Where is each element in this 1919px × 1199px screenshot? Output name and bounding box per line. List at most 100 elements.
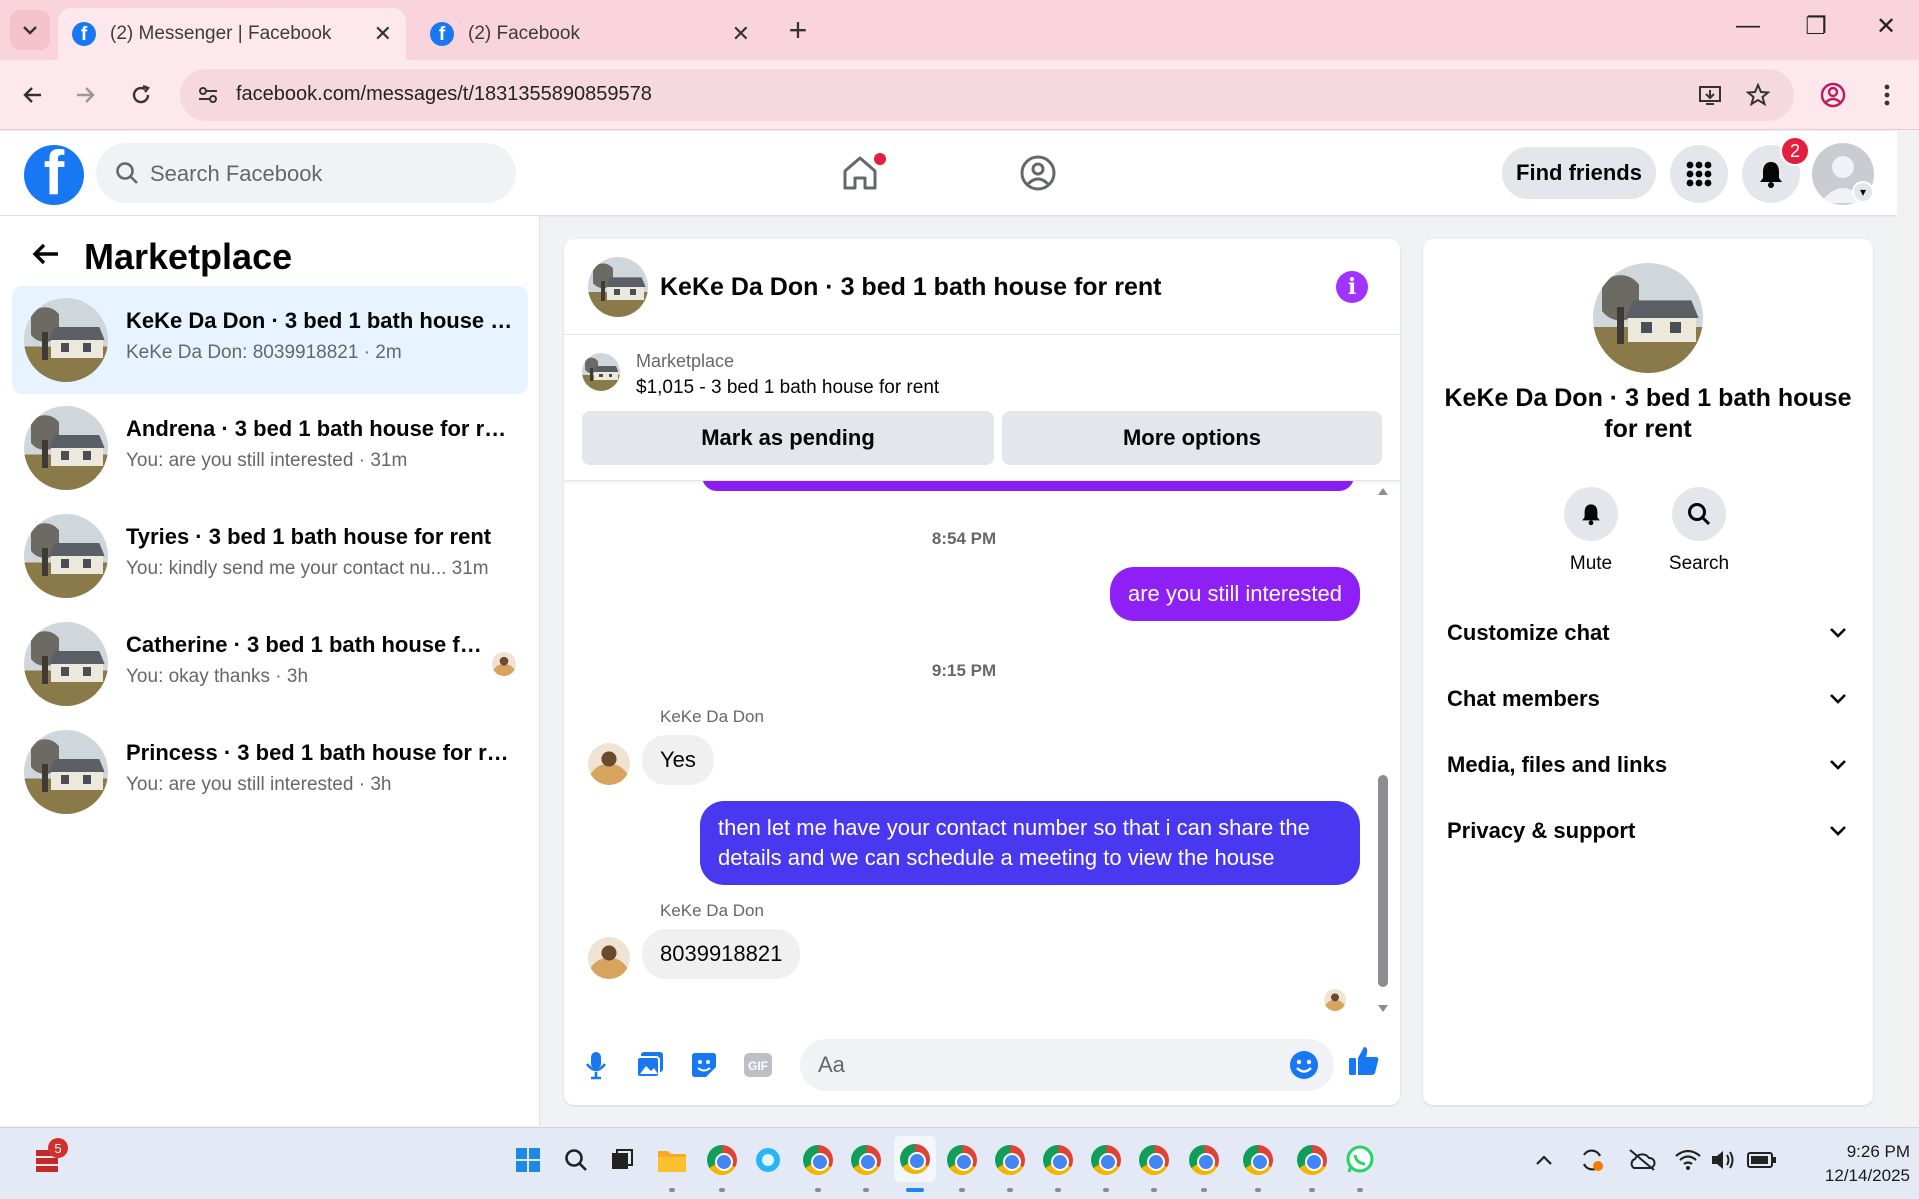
more-vertical-icon	[1884, 84, 1890, 106]
browser-menu-button[interactable]	[1868, 76, 1906, 114]
tab-facebook[interactable]: f (2) Facebook ✕	[416, 8, 764, 60]
sticker-icon	[692, 1053, 716, 1077]
section-media-files-links[interactable]: Media, files and links	[1447, 745, 1847, 785]
facebook-search-box[interactable]: Search Facebook	[96, 143, 516, 203]
gif-icon: GIF	[744, 1053, 772, 1077]
chat-avatar[interactable]	[588, 257, 648, 317]
menu-button[interactable]	[1670, 145, 1728, 203]
forward-button[interactable]	[66, 76, 104, 114]
wifi-icon[interactable]	[1670, 1142, 1706, 1178]
message-input[interactable]	[818, 1049, 1258, 1081]
sender-avatar[interactable]	[588, 743, 630, 785]
new-tab-button[interactable]: +	[780, 12, 816, 49]
search-action[interactable]: Search	[1649, 487, 1749, 575]
chevron-up-icon	[1536, 1155, 1552, 1165]
info-icon[interactable]: i	[1336, 271, 1368, 303]
profile-button[interactable]	[1814, 76, 1852, 114]
facebook-logo-icon[interactable]: f	[24, 145, 84, 205]
section-privacy-support[interactable]: Privacy & support	[1447, 811, 1847, 851]
chrome-app-icon[interactable]	[1136, 1142, 1172, 1178]
tab-title: (2) Facebook	[468, 23, 580, 44]
show-hidden-icons-button[interactable]	[1526, 1142, 1562, 1178]
task-view-button[interactable]	[604, 1142, 640, 1178]
chat-title[interactable]: KeKe Da Don · 3 bed 1 bath house for ren…	[660, 273, 1161, 302]
browser-app-icon[interactable]	[750, 1142, 786, 1178]
browser-toolbar: facebook.com/messages/t/1831355890859578	[0, 60, 1919, 130]
info-name: KeKe Da Don · 3 bed 1 bath house for ren…	[1444, 384, 1852, 443]
mute-action[interactable]: Mute	[1541, 487, 1641, 575]
chrome-app-icon-active[interactable]	[894, 1136, 936, 1182]
back-arrow-icon[interactable]	[30, 238, 62, 279]
message-thread[interactable]: 8:54 PM are you still interested 9:15 PM…	[564, 481, 1400, 1021]
stack-app-icon[interactable]: 5	[30, 1138, 68, 1178]
reload-button[interactable]	[122, 76, 160, 114]
more-options-button[interactable]: More options	[1002, 411, 1382, 465]
emoji-button[interactable]	[1286, 1047, 1322, 1083]
close-tab-icon[interactable]: ✕	[374, 21, 392, 47]
notification-badge: 2	[1780, 136, 1810, 166]
conversation-item[interactable]: Catherine · 3 bed 1 bath house for rent …	[12, 610, 528, 718]
chrome-app-icon[interactable]	[1240, 1142, 1276, 1178]
nav-home[interactable]	[836, 149, 886, 197]
cloud-off-icon[interactable]	[1624, 1142, 1660, 1178]
conversation-item[interactable]: Princess · 3 bed 1 bath house for rent Y…	[12, 718, 528, 826]
taskbar-indicator-active	[906, 1188, 924, 1192]
chrome-app-icon[interactable]	[800, 1142, 836, 1178]
conversation-item[interactable]: Andrena · 3 bed 1 bath house for rent Yo…	[12, 394, 528, 502]
chrome-app-icon[interactable]	[992, 1142, 1028, 1178]
section-customize-chat[interactable]: Customize chat	[1447, 613, 1847, 653]
sync-icon[interactable]	[1574, 1142, 1610, 1178]
sender-avatar[interactable]	[588, 937, 630, 979]
address-bar[interactable]: facebook.com/messages/t/1831355890859578	[180, 69, 1794, 121]
account-caret-icon[interactable]: ▾	[1852, 181, 1874, 203]
volume-icon[interactable]	[1706, 1142, 1742, 1178]
like-button[interactable]	[1346, 1043, 1382, 1079]
close-window-button[interactable]: ✕	[1866, 12, 1906, 41]
outgoing-message: are you still interested	[1110, 567, 1360, 621]
tab-messenger[interactable]: f (2) Messenger | Facebook ✕	[58, 8, 406, 60]
chrome-app-icon[interactable]	[1088, 1142, 1124, 1178]
mark-as-pending-button[interactable]: Mark as pending	[582, 411, 994, 465]
listing-price-title[interactable]: $1,015 - 3 bed 1 bath house for rent	[636, 377, 939, 399]
find-friends-button[interactable]: Find friends	[1502, 147, 1656, 199]
chrome-app-icon[interactable]	[1294, 1142, 1330, 1178]
bookmark-star-icon[interactable]	[1744, 81, 1772, 109]
install-app-icon[interactable]	[1696, 81, 1724, 109]
section-label: Customize chat	[1447, 620, 1610, 645]
minimize-button[interactable]: —	[1728, 12, 1768, 40]
message-scroll-thumb[interactable]	[1378, 775, 1388, 987]
chrome-app-icon[interactable]	[944, 1142, 980, 1178]
listing-thumbnail[interactable]	[582, 353, 620, 391]
listing-avatar	[24, 514, 108, 598]
chevron-down-icon	[1830, 628, 1846, 638]
restore-button[interactable]: ❐	[1796, 12, 1836, 41]
battery-icon[interactable]	[1744, 1142, 1780, 1178]
info-avatar[interactable]	[1593, 263, 1703, 373]
chrome-app-icon[interactable]	[704, 1142, 740, 1178]
back-button[interactable]	[14, 76, 52, 114]
system-clock[interactable]: 9:26 PM 12/14/2025	[1790, 1140, 1910, 1188]
taskbar-indicator	[959, 1188, 965, 1192]
attach-photo-button[interactable]	[632, 1047, 668, 1083]
conversation-item[interactable]: KeKe Da Don · 3 bed 1 bath house for ren…	[12, 286, 528, 394]
close-tab-icon[interactable]: ✕	[732, 21, 750, 47]
conversation-item[interactable]: Tyries · 3 bed 1 bath house for rent You…	[12, 502, 528, 610]
section-chat-members[interactable]: Chat members	[1447, 679, 1847, 719]
taskbar-search-button[interactable]	[558, 1142, 594, 1178]
gif-button[interactable]: GIF	[740, 1047, 776, 1083]
chat-panel: KeKe Da Don · 3 bed 1 bath house for ren…	[564, 239, 1400, 1105]
tab-search-button[interactable]	[10, 10, 50, 50]
chrome-app-icon[interactable]	[848, 1142, 884, 1178]
start-button[interactable]	[510, 1142, 546, 1178]
page-scrollbar[interactable]	[1897, 131, 1919, 1127]
chrome-app-icon[interactable]	[1040, 1142, 1076, 1178]
voice-clip-button[interactable]	[578, 1047, 614, 1083]
browser-tab-strip: f (2) Messenger | Facebook ✕ f (2) Faceb…	[0, 0, 1919, 60]
nav-friends[interactable]	[1014, 149, 1062, 197]
site-info-icon[interactable]	[194, 81, 222, 109]
sticker-button[interactable]	[686, 1047, 722, 1083]
chrome-app-icon[interactable]	[1186, 1142, 1222, 1178]
whatsapp-icon[interactable]	[1342, 1142, 1378, 1178]
conversation-preview: You: kindly send me your contact nu... 3…	[126, 558, 489, 579]
file-explorer-icon[interactable]	[654, 1142, 690, 1178]
